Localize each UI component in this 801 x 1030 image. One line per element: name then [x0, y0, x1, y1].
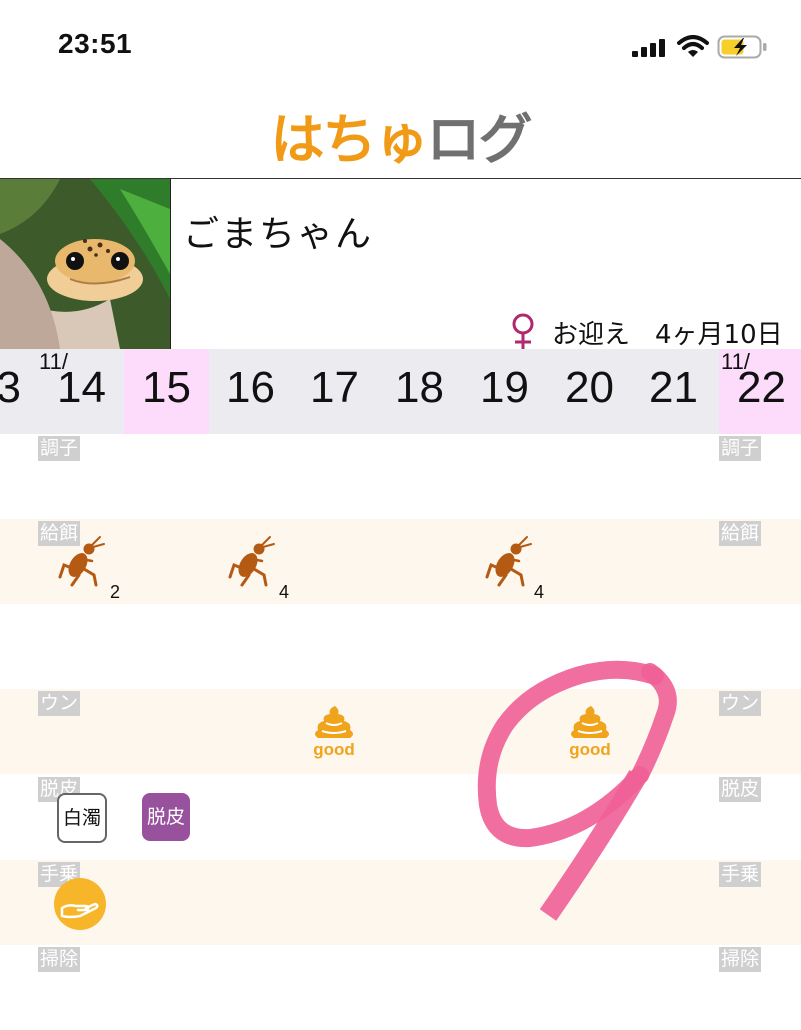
row-label-shed: 脱皮	[719, 777, 762, 802]
date-cell-highlighted[interactable]: 11/22	[719, 349, 801, 434]
row-label-condition: 調子	[719, 436, 762, 461]
row-label-poop: ウン	[38, 691, 81, 716]
feeding-count: 4	[279, 582, 290, 602]
gecko-image	[0, 179, 170, 349]
logo-part-log: ログ	[426, 108, 533, 171]
date-cell[interactable]: 17	[292, 349, 377, 434]
wifi-icon	[677, 35, 709, 57]
poop-icon	[315, 706, 353, 738]
date-day: 16	[226, 363, 275, 412]
female-icon	[512, 313, 534, 350]
cricket-icon[interactable]	[226, 535, 276, 587]
adoption-label: お迎え	[552, 320, 631, 350]
battery-charging-icon	[717, 35, 767, 59]
pet-photo[interactable]	[0, 179, 171, 349]
date-cell-today[interactable]: 15	[124, 349, 209, 434]
adoption-duration: 4ヶ月10日	[655, 320, 783, 350]
date-day: 19	[480, 363, 529, 412]
shed-row[interactable]	[0, 774, 801, 859]
date-cell[interactable]: 16	[208, 349, 293, 434]
poop-row[interactable]	[0, 689, 801, 774]
row-label-cleaning: 掃除	[38, 947, 81, 972]
poop-icon	[571, 706, 609, 738]
row-label-cleaning: 掃除	[719, 947, 762, 972]
poop-entry[interactable]: good	[560, 704, 620, 764]
shed-tag[interactable]: 脱皮	[142, 793, 190, 841]
cleaning-row[interactable]	[0, 945, 801, 1030]
date-strip[interactable]: 13 11/14 15 16 17 18 19 20 21 11/22	[0, 349, 801, 434]
handling-row[interactable]	[0, 860, 801, 945]
date-day: 20	[565, 363, 614, 412]
row-label-feeding: 給餌	[719, 521, 762, 546]
row-label-poop: ウン	[719, 691, 762, 716]
date-cell[interactable]: 19	[462, 349, 547, 434]
status-time: 23:51	[58, 28, 133, 59]
date-day: 21	[649, 363, 698, 412]
date-day: 15	[142, 363, 191, 412]
date-day: 14	[57, 363, 106, 412]
open-hand-icon	[60, 902, 99, 919]
date-cell[interactable]: 11/14	[39, 349, 124, 434]
pet-name: ごまちゃん	[183, 214, 374, 255]
feeding-row[interactable]	[0, 519, 801, 604]
date-cell[interactable]: 18	[377, 349, 462, 434]
date-cell[interactable]: 13	[0, 349, 39, 434]
poop-quality: good	[313, 740, 355, 759]
date-cell[interactable]: 20	[547, 349, 632, 434]
date-day: 22	[737, 363, 786, 412]
date-day: 17	[310, 363, 359, 412]
row-label-handling: 手乗	[719, 862, 762, 887]
hand-icon[interactable]	[54, 878, 106, 930]
feeding-count: 2	[110, 582, 121, 602]
row-label-condition: 調子	[38, 436, 81, 461]
blank-row	[0, 604, 801, 689]
date-cell[interactable]: 21	[631, 349, 716, 434]
date-day: 18	[395, 363, 444, 412]
logo-part-hachu: はちゅ	[270, 108, 429, 171]
condition-row[interactable]	[0, 434, 801, 519]
cloudy-tag[interactable]: 白濁	[57, 793, 107, 843]
cricket-icon[interactable]	[483, 535, 533, 587]
cellular-signal-icon	[632, 39, 668, 57]
cricket-icon[interactable]	[56, 535, 106, 587]
app-logo: はちゅログ	[0, 95, 801, 174]
poop-quality: good	[569, 740, 611, 759]
feeding-count: 4	[534, 582, 545, 602]
poop-entry[interactable]: good	[304, 704, 364, 764]
date-day: 13	[0, 363, 21, 412]
